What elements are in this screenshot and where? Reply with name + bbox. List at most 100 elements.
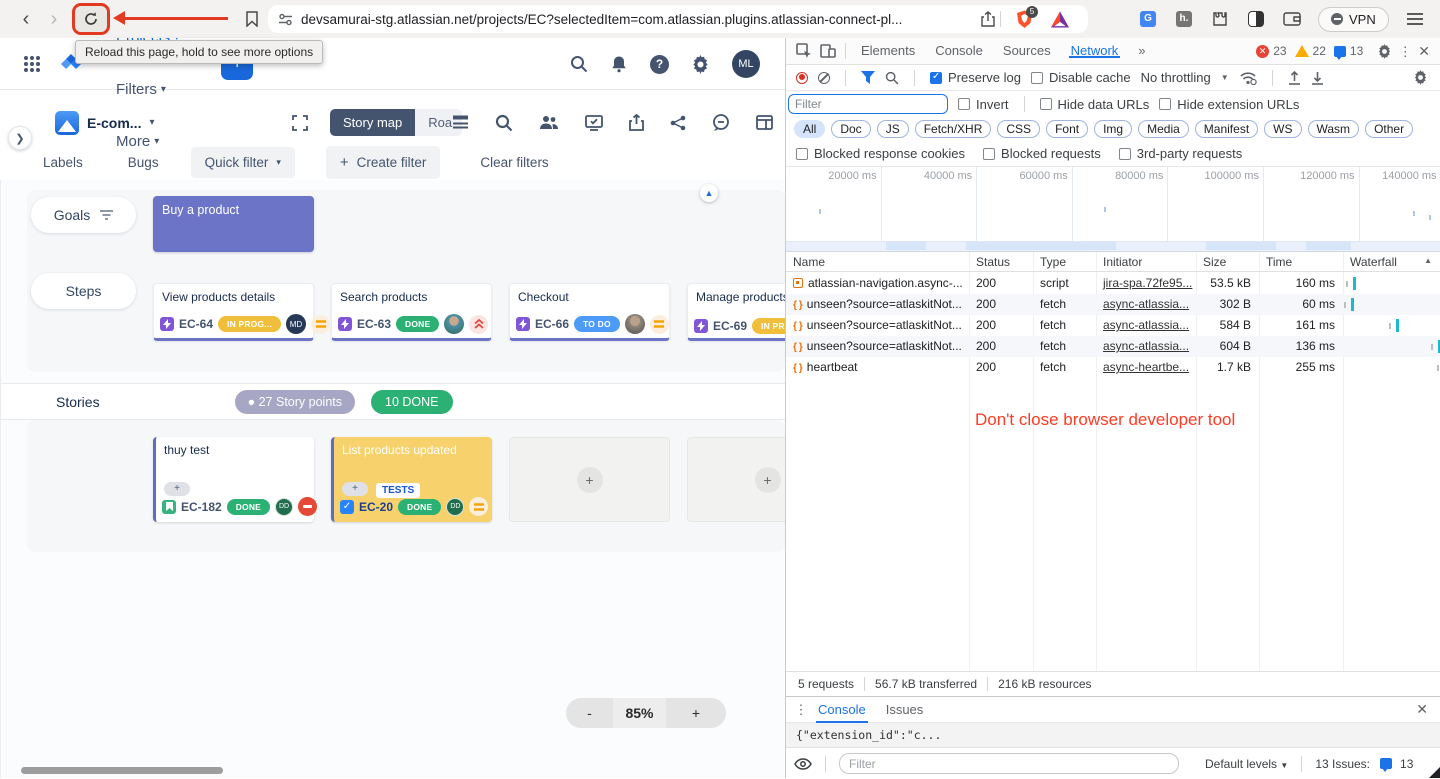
resize-handle[interactable]: [1429, 767, 1440, 778]
row-header-steps[interactable]: Steps: [31, 273, 136, 309]
project-name[interactable]: E-com...: [87, 115, 141, 131]
device-toolbar-icon[interactable]: [820, 43, 836, 59]
status-badge[interactable]: DONE: [396, 316, 439, 332]
type-filter-ws[interactable]: WS: [1264, 120, 1301, 138]
messages-badge-icon[interactable]: [1334, 46, 1346, 57]
drawer-tab-console[interactable]: Console: [808, 697, 876, 723]
devtools-settings-icon[interactable]: [1377, 44, 1392, 59]
devtools-close-icon[interactable]: ✕: [1418, 43, 1430, 60]
step-card[interactable]: Manage products EC-69 IN PROG...: [687, 283, 785, 341]
h-extension-icon[interactable]: h.: [1175, 10, 1193, 28]
console-message[interactable]: {"extension_id":"c...: [786, 723, 1440, 748]
help-icon[interactable]: ?: [650, 55, 669, 74]
checkbox-3rd-party-requests[interactable]: 3rd-party requests: [1119, 146, 1243, 161]
network-timeline[interactable]: 20000 ms40000 ms60000 ms80000 ms100000 m…: [786, 166, 1440, 252]
console-filter-input[interactable]: [839, 753, 1179, 774]
drawer-close-icon[interactable]: ✕: [1416, 701, 1428, 718]
site-settings-icon[interactable]: [278, 12, 293, 27]
share-icon[interactable]: [981, 11, 995, 27]
story-card[interactable]: thuy test + EC-182 DONE DD: [153, 437, 314, 522]
avatar[interactable]: DD: [446, 498, 464, 516]
type-filter-media[interactable]: Media: [1138, 120, 1189, 138]
network-conditions-icon[interactable]: [1239, 71, 1257, 85]
app-switcher-icon[interactable]: [24, 56, 40, 72]
import-har-icon[interactable]: [1288, 71, 1301, 85]
tab-story-map[interactable]: Story map: [330, 109, 415, 136]
quick-filter-dropdown[interactable]: Quick filter▾: [191, 147, 295, 178]
filter-funnel-icon[interactable]: [861, 71, 875, 84]
drawer-menu-icon[interactable]: ⋮: [794, 707, 808, 712]
search-icon[interactable]: [570, 55, 588, 73]
avatar[interactable]: [444, 314, 464, 334]
type-filter-manifest[interactable]: Manifest: [1195, 120, 1258, 138]
chevron-down-icon[interactable]: ▾: [149, 117, 154, 128]
throttling-dropdown[interactable]: No throttling▼: [1141, 70, 1229, 85]
filter-bugs[interactable]: Bugs: [128, 155, 159, 170]
step-card[interactable]: Search products EC-63 DONE: [331, 283, 492, 341]
avatar[interactable]: [625, 314, 645, 334]
panel-icon[interactable]: [756, 115, 773, 130]
inspect-element-icon[interactable]: [796, 43, 812, 59]
type-filter-img[interactable]: Img: [1094, 120, 1132, 138]
add-subitem-button[interactable]: +: [342, 482, 368, 496]
empty-story-slot[interactable]: +: [687, 437, 785, 522]
menu-icon[interactable]: [1406, 10, 1424, 28]
issue-key[interactable]: EC-66: [535, 317, 569, 331]
user-avatar[interactable]: ML: [732, 50, 760, 78]
type-filter-doc[interactable]: Doc: [831, 120, 870, 138]
type-filter-wasm[interactable]: Wasm: [1308, 120, 1360, 138]
dark-mode-extension-icon[interactable]: [1247, 10, 1265, 28]
back-icon[interactable]: ‹: [12, 8, 40, 31]
drawer-tab-issues[interactable]: Issues: [876, 697, 934, 723]
step-card[interactable]: Checkout EC-66 TO DO: [509, 283, 670, 341]
vpn-button[interactable]: VPN: [1318, 7, 1389, 32]
avatar[interactable]: MD: [286, 314, 306, 334]
share-icon[interactable]: [670, 115, 686, 131]
add-subitem-button[interactable]: +: [164, 482, 190, 496]
network-settings-icon[interactable]: [1413, 70, 1428, 85]
column-header-time[interactable]: Time: [1259, 252, 1292, 272]
clear-icon[interactable]: [818, 72, 830, 84]
initiator-link[interactable]: jira-spa.72fe95...: [1103, 276, 1192, 290]
export-har-icon[interactable]: [1311, 71, 1324, 85]
url-bar[interactable]: devsamurai-stg.atlassian.net/projects/EC…: [268, 5, 1088, 33]
horizontal-scrollbar[interactable]: [21, 767, 223, 774]
more-tabs-icon[interactable]: »: [1128, 38, 1155, 65]
status-badge[interactable]: IN PROG...: [752, 318, 785, 334]
checkbox-blocked-requests[interactable]: Blocked requests: [983, 146, 1101, 161]
reload-icon[interactable]: [83, 11, 99, 27]
task-checkbox-icon[interactable]: ✓: [340, 500, 354, 514]
row-header-stories[interactable]: Stories: [56, 394, 100, 410]
search-icon[interactable]: [495, 114, 513, 132]
status-badge[interactable]: DONE: [398, 499, 441, 515]
checkbox-hide-data-urls[interactable]: Hide data URLs: [1040, 97, 1150, 112]
status-badge[interactable]: TO DO: [574, 316, 620, 332]
export-icon[interactable]: [629, 114, 644, 131]
zoom-out-button[interactable]: -: [566, 698, 613, 728]
type-filter-css[interactable]: CSS: [997, 120, 1040, 138]
zoom-in-button[interactable]: +: [666, 698, 726, 728]
type-filter-other[interactable]: Other: [1365, 120, 1413, 138]
warning-badge-icon[interactable]: [1295, 45, 1309, 57]
column-header-initiator[interactable]: Initiator: [1096, 252, 1142, 272]
devtools-tab-sources[interactable]: Sources: [993, 43, 1061, 58]
column-header-name[interactable]: Name: [786, 252, 825, 272]
console-levels-dropdown[interactable]: Default levels ▼: [1205, 757, 1288, 771]
devtools-tab-console[interactable]: Console: [925, 43, 993, 58]
initiator-link[interactable]: async-atlassia...: [1103, 339, 1189, 353]
create-filter-button[interactable]: +Create filter: [326, 146, 441, 179]
empty-story-slot[interactable]: +: [509, 437, 670, 522]
network-request-row[interactable]: { }unseen?source=atlaskitNot... 200 fetc…: [786, 315, 1440, 336]
devtools-tab-elements[interactable]: Elements: [851, 43, 925, 58]
checkbox-hide-extension-urls[interactable]: Hide extension URLs: [1159, 97, 1299, 112]
type-filter-js[interactable]: JS: [877, 120, 909, 138]
checkbox-blocked-response-cookies[interactable]: Blocked response cookies: [796, 146, 965, 161]
initiator-link[interactable]: async-atlassia...: [1103, 318, 1189, 332]
issues-label[interactable]: 13 Issues:: [1315, 757, 1370, 771]
translate-extension-icon[interactable]: G: [1139, 10, 1157, 28]
status-badge[interactable]: DONE: [227, 499, 270, 515]
fullscreen-icon[interactable]: [292, 115, 308, 131]
extensions-puzzle-icon[interactable]: [1211, 10, 1229, 28]
wallet-extension-icon[interactable]: [1283, 10, 1301, 28]
network-search-icon[interactable]: [885, 71, 899, 85]
